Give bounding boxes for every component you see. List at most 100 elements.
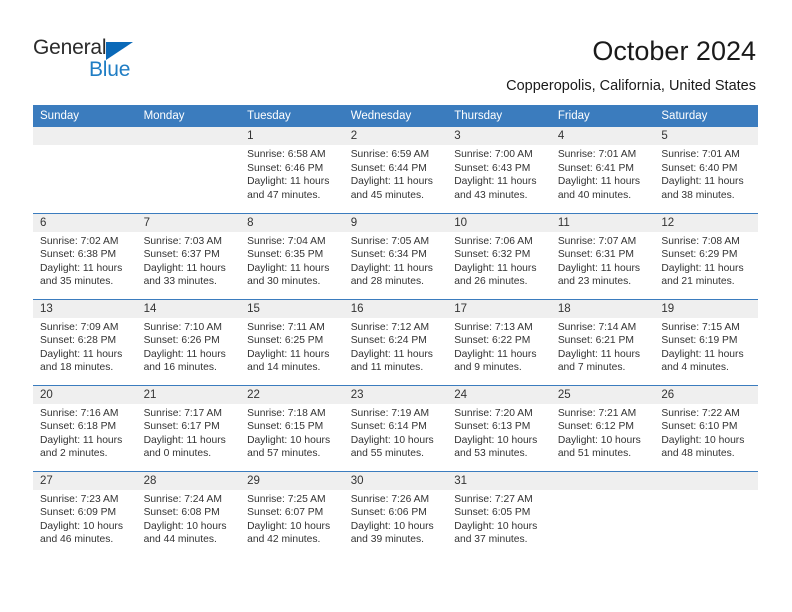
daylight-text-line1: Daylight: 11 hours	[661, 348, 744, 360]
day-details	[137, 145, 241, 148]
calendar-day-cell[interactable]: 2 Sunrise: 6:59 AM Sunset: 6:44 PM Dayli…	[343, 127, 448, 213]
daylight-text-line2: and 53 minutes.	[454, 448, 528, 460]
daylight-text-line1: Daylight: 11 hours	[454, 262, 537, 274]
calendar-day-cell[interactable]: 11 Sunrise: 7:07 AM Sunset: 6:31 PM Dayl…	[550, 212, 655, 299]
daylight-text-line1: Daylight: 11 hours	[661, 176, 744, 188]
sunrise-text: Sunrise: 7:03 AM	[143, 235, 222, 247]
daylight-text-line1: Daylight: 10 hours	[247, 434, 331, 446]
daylight-text-line2: and 37 minutes.	[454, 534, 528, 546]
calendar-day-cell[interactable]: 15 Sunrise: 7:11 AM Sunset: 6:25 PM Dayl…	[240, 298, 344, 385]
calendar-day-cell[interactable]: 13 Sunrise: 7:09 AM Sunset: 6:28 PM Dayl…	[33, 298, 137, 385]
weekday-header-thursday: Thursday	[447, 105, 551, 127]
day-number: 19	[654, 299, 758, 318]
logo-text-blue: Blue	[89, 58, 131, 81]
calendar-day-cell[interactable]: 25 Sunrise: 7:21 AM Sunset: 6:12 PM Dayl…	[550, 384, 655, 471]
calendar-week-row: 20 Sunrise: 7:16 AM Sunset: 6:18 PM Dayl…	[33, 384, 758, 471]
day-number: 11	[550, 213, 655, 232]
calendar-day-cell[interactable]: 4 Sunrise: 7:01 AM Sunset: 6:41 PM Dayli…	[550, 127, 655, 213]
sunset-text: Sunset: 6:05 PM	[454, 507, 531, 519]
calendar-day-cell[interactable]: 3 Sunrise: 7:00 AM Sunset: 6:43 PM Dayli…	[447, 127, 551, 213]
day-details: Sunrise: 7:24 AM Sunset: 6:08 PM Dayligh…	[137, 490, 241, 547]
sunset-text: Sunset: 6:21 PM	[557, 335, 634, 347]
day-number: 13	[33, 299, 137, 318]
day-details: Sunrise: 7:27 AM Sunset: 6:05 PM Dayligh…	[447, 490, 551, 547]
calendar-day-cell[interactable]: 18 Sunrise: 7:14 AM Sunset: 6:21 PM Dayl…	[550, 298, 655, 385]
sunset-text: Sunset: 6:13 PM	[454, 421, 531, 433]
calendar-day-cell[interactable]: 12 Sunrise: 7:08 AM Sunset: 6:29 PM Dayl…	[654, 212, 758, 299]
calendar-day-cell[interactable]: 24 Sunrise: 7:20 AM Sunset: 6:13 PM Dayl…	[447, 384, 551, 471]
day-details: Sunrise: 7:18 AM Sunset: 6:15 PM Dayligh…	[240, 404, 344, 461]
daylight-text-line2: and 40 minutes.	[557, 189, 632, 201]
calendar-day-cell[interactable]: 30 Sunrise: 7:26 AM Sunset: 6:06 PM Dayl…	[343, 470, 448, 557]
calendar-day-cell[interactable]	[550, 470, 655, 557]
day-details: Sunrise: 7:03 AM Sunset: 6:37 PM Dayligh…	[137, 232, 241, 289]
calendar-day-cell[interactable]: 6 Sunrise: 7:02 AM Sunset: 6:38 PM Dayli…	[33, 212, 137, 299]
sunset-text: Sunset: 6:41 PM	[557, 162, 634, 174]
calendar-day-cell[interactable]: 21 Sunrise: 7:17 AM Sunset: 6:17 PM Dayl…	[136, 384, 241, 471]
day-details: Sunrise: 7:26 AM Sunset: 6:06 PM Dayligh…	[344, 490, 448, 547]
calendar-day-cell[interactable]: 10 Sunrise: 7:06 AM Sunset: 6:32 PM Dayl…	[447, 212, 551, 299]
calendar-day-cell[interactable]: 5 Sunrise: 7:01 AM Sunset: 6:40 PM Dayli…	[654, 127, 758, 213]
generalblue-logo[interactable]: General Blue	[33, 36, 183, 84]
calendar-day-cell[interactable]: 19 Sunrise: 7:15 AM Sunset: 6:19 PM Dayl…	[654, 298, 758, 385]
daylight-text-line2: and 7 minutes.	[557, 362, 626, 374]
calendar-day-cell[interactable]: 9 Sunrise: 7:05 AM Sunset: 6:34 PM Dayli…	[343, 212, 448, 299]
day-details: Sunrise: 7:25 AM Sunset: 6:07 PM Dayligh…	[240, 490, 344, 547]
daylight-text-line2: and 35 minutes.	[40, 276, 114, 288]
calendar-day-cell[interactable]: 20 Sunrise: 7:16 AM Sunset: 6:18 PM Dayl…	[33, 384, 137, 471]
daylight-text-line1: Daylight: 10 hours	[247, 520, 331, 532]
day-details: Sunrise: 7:22 AM Sunset: 6:10 PM Dayligh…	[654, 404, 758, 461]
calendar-day-cell[interactable]	[136, 127, 241, 213]
sunrise-text: Sunrise: 6:58 AM	[247, 149, 326, 160]
sunset-text: Sunset: 6:06 PM	[350, 507, 427, 519]
sunset-text: Sunset: 6:32 PM	[454, 249, 531, 261]
sunrise-text: Sunrise: 7:23 AM	[40, 493, 119, 505]
daylight-text-line1: Daylight: 11 hours	[40, 262, 123, 274]
day-details: Sunrise: 7:11 AM Sunset: 6:25 PM Dayligh…	[240, 318, 344, 375]
daylight-text-line1: Daylight: 10 hours	[143, 520, 227, 532]
sunrise-text: Sunrise: 7:25 AM	[247, 493, 326, 505]
calendar-day-cell[interactable]: 29 Sunrise: 7:25 AM Sunset: 6:07 PM Dayl…	[240, 470, 344, 557]
sunset-text: Sunset: 6:07 PM	[247, 507, 324, 519]
calendar-day-cell[interactable]	[33, 127, 137, 213]
day-number: 28	[136, 471, 241, 490]
day-details: Sunrise: 7:16 AM Sunset: 6:18 PM Dayligh…	[33, 404, 137, 461]
sunrise-text: Sunrise: 7:13 AM	[454, 321, 533, 333]
sunrise-text: Sunrise: 7:18 AM	[247, 407, 326, 419]
day-details: Sunrise: 7:02 AM Sunset: 6:38 PM Dayligh…	[33, 232, 137, 289]
sunrise-text: Sunrise: 7:09 AM	[40, 321, 119, 333]
sunrise-text: Sunrise: 7:15 AM	[661, 321, 740, 333]
calendar-day-cell[interactable]: 1 Sunrise: 6:58 AM Sunset: 6:46 PM Dayli…	[240, 127, 344, 213]
calendar-day-cell[interactable]: 27 Sunrise: 7:23 AM Sunset: 6:09 PM Dayl…	[33, 470, 137, 557]
calendar-day-cell[interactable]: 16 Sunrise: 7:12 AM Sunset: 6:24 PM Dayl…	[343, 298, 448, 385]
day-number: 31	[447, 471, 551, 490]
daylight-text-line2: and 43 minutes.	[454, 189, 528, 201]
calendar-day-cell[interactable]: 31 Sunrise: 7:27 AM Sunset: 6:05 PM Dayl…	[447, 470, 551, 557]
sunrise-text: Sunrise: 7:10 AM	[143, 321, 222, 333]
calendar-day-cell[interactable]	[654, 470, 758, 557]
calendar-day-cell[interactable]: 14 Sunrise: 7:10 AM Sunset: 6:26 PM Dayl…	[136, 298, 241, 385]
calendar-day-cell[interactable]: 8 Sunrise: 7:04 AM Sunset: 6:35 PM Dayli…	[240, 212, 344, 299]
sunset-text: Sunset: 6:29 PM	[661, 249, 738, 261]
calendar-body: 1 Sunrise: 6:58 AM Sunset: 6:46 PM Dayli…	[33, 127, 758, 557]
daylight-text-line2: and 57 minutes.	[247, 448, 321, 460]
sunrise-text: Sunrise: 7:19 AM	[350, 407, 430, 419]
calendar-day-cell[interactable]: 22 Sunrise: 7:18 AM Sunset: 6:15 PM Dayl…	[240, 384, 344, 471]
daylight-text-line1: Daylight: 11 hours	[247, 262, 330, 274]
daylight-text-line1: Daylight: 10 hours	[661, 434, 745, 446]
day-number: 22	[240, 385, 344, 404]
weekday-header-tuesday: Tuesday	[240, 105, 344, 127]
calendar-day-cell[interactable]: 17 Sunrise: 7:13 AM Sunset: 6:22 PM Dayl…	[447, 298, 551, 385]
day-number: 18	[550, 299, 655, 318]
calendar-day-cell[interactable]: 28 Sunrise: 7:24 AM Sunset: 6:08 PM Dayl…	[136, 470, 241, 557]
day-details: Sunrise: 7:08 AM Sunset: 6:29 PM Dayligh…	[654, 232, 758, 289]
sunset-text: Sunset: 6:09 PM	[40, 507, 117, 519]
calendar-day-cell[interactable]: 7 Sunrise: 7:03 AM Sunset: 6:37 PM Dayli…	[136, 212, 241, 299]
day-number: 15	[240, 299, 344, 318]
calendar-day-cell[interactable]: 26 Sunrise: 7:22 AM Sunset: 6:10 PM Dayl…	[654, 384, 758, 471]
sunrise-text: Sunrise: 7:12 AM	[350, 321, 430, 333]
sunset-text: Sunset: 6:35 PM	[247, 249, 324, 261]
daylight-text-line2: and 26 minutes.	[454, 276, 528, 288]
day-details: Sunrise: 7:14 AM Sunset: 6:21 PM Dayligh…	[551, 318, 655, 375]
calendar-day-cell[interactable]: 23 Sunrise: 7:19 AM Sunset: 6:14 PM Dayl…	[343, 384, 448, 471]
